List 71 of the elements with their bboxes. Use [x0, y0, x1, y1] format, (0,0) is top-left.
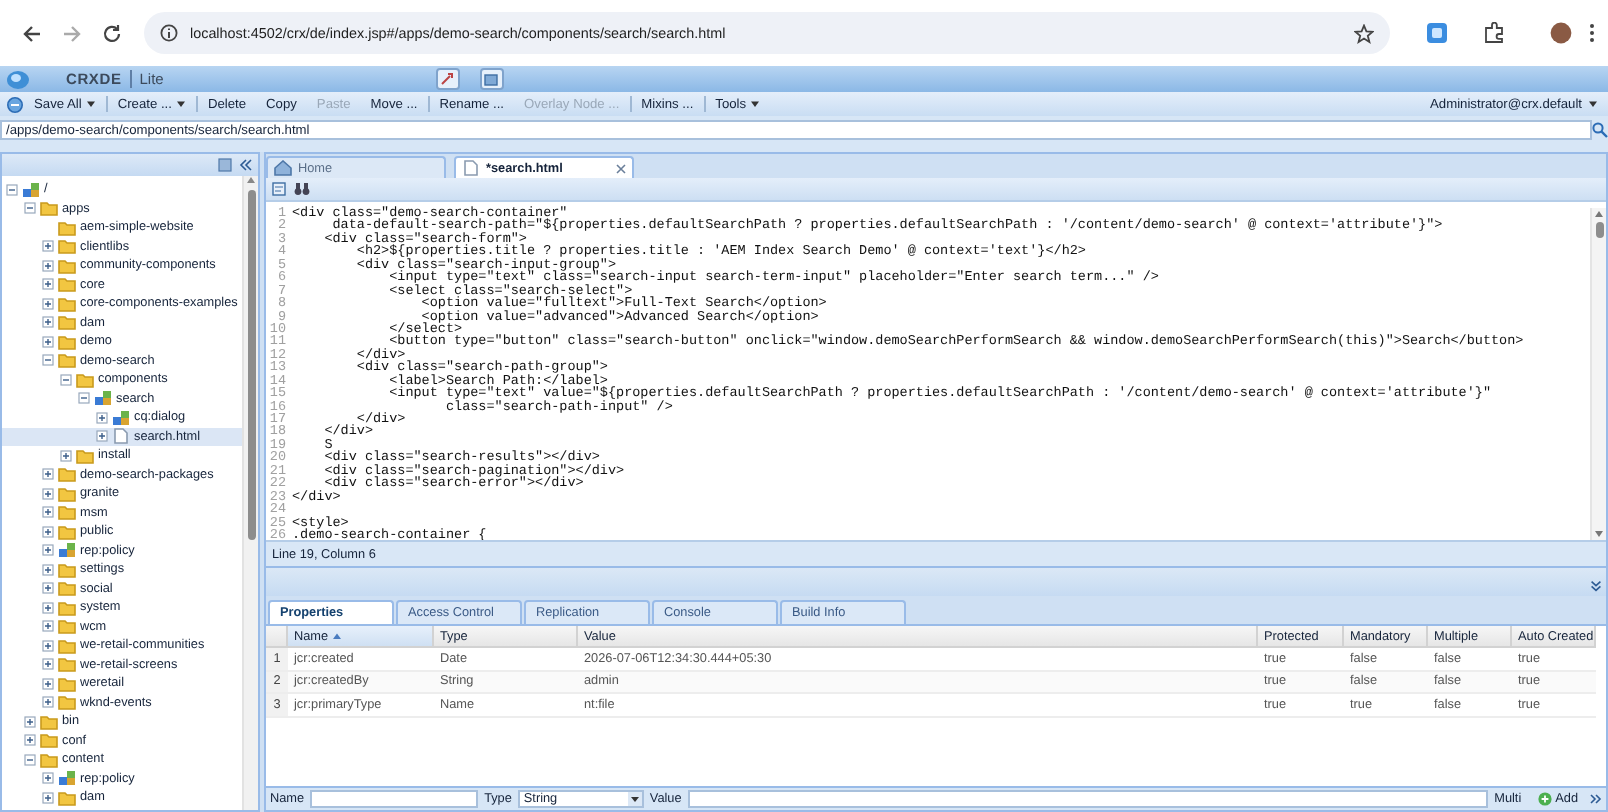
node-icon	[94, 390, 112, 407]
expand-icon[interactable]	[42, 639, 54, 652]
format-icon[interactable]	[272, 182, 286, 196]
expand-icon[interactable]	[42, 696, 54, 709]
caret-icon	[1588, 100, 1598, 108]
node-icon	[58, 770, 76, 787]
expand-icon[interactable]	[42, 658, 54, 671]
search-icon[interactable]	[1592, 122, 1608, 138]
expand-icon[interactable]	[42, 506, 54, 519]
logo-icon	[6, 68, 30, 90]
wrench-icon	[440, 72, 455, 86]
expand-icon[interactable]	[42, 297, 54, 310]
collapse-icon[interactable]	[6, 183, 18, 196]
collapse-icon[interactable]	[24, 202, 36, 215]
document-icon	[112, 428, 130, 445]
expand-icon[interactable]	[42, 468, 54, 481]
sort-icon	[332, 632, 343, 640]
node-icon	[22, 181, 40, 198]
folder-icon	[58, 789, 76, 806]
avatar-icon[interactable]	[1550, 22, 1572, 44]
expand-icon[interactable]	[42, 772, 54, 785]
expand-icon[interactable]	[42, 278, 54, 291]
more-icon[interactable]	[1588, 22, 1596, 44]
expand-icon[interactable]	[42, 487, 54, 500]
collapse-icon[interactable]	[238, 158, 252, 172]
back-icon[interactable]	[22, 23, 42, 43]
close-icon[interactable]	[616, 163, 626, 173]
expand-icon[interactable]	[96, 430, 108, 443]
expand-icon[interactable]	[42, 544, 54, 557]
expand-icon[interactable]	[24, 734, 36, 747]
help-button[interactable]	[479, 68, 504, 90]
collapse-icon[interactable]	[24, 753, 36, 766]
collapse-icon[interactable]	[1590, 580, 1602, 592]
expand-icon[interactable]	[42, 601, 54, 614]
expand-icon[interactable]	[42, 259, 54, 272]
info-icon	[160, 24, 178, 42]
collapse-icon[interactable]	[78, 392, 90, 405]
collapse-icon[interactable]	[42, 354, 54, 367]
expand-icon[interactable]	[60, 449, 72, 462]
expand-icon[interactable]	[24, 715, 36, 728]
window-icon	[484, 73, 499, 85]
node-icon	[58, 542, 76, 559]
node-icon	[112, 409, 130, 426]
caret-icon	[85, 100, 96, 108]
extension-icon[interactable]	[1426, 22, 1448, 44]
add-icon	[1537, 792, 1552, 806]
expand-icon[interactable]	[42, 677, 54, 690]
scroll-up-icon	[1594, 210, 1604, 218]
puzzle-icon[interactable]	[1484, 22, 1506, 44]
scrollbar[interactable]	[1590, 208, 1606, 540]
reload-icon[interactable]	[102, 23, 122, 43]
collapse-icon[interactable]	[60, 373, 72, 386]
table-corner	[266, 626, 288, 648]
expand-icon[interactable]	[42, 335, 54, 348]
star-icon[interactable]	[1354, 23, 1374, 43]
expand-icon[interactable]	[42, 240, 54, 253]
caret-icon	[175, 100, 186, 108]
expand-icon[interactable]	[96, 411, 108, 424]
caret-icon	[750, 100, 761, 108]
name-field[interactable]	[310, 790, 479, 808]
expand-icon[interactable]	[42, 620, 54, 633]
scrollbar[interactable]	[242, 176, 258, 810]
debug-button[interactable]	[435, 68, 460, 90]
expand-icon[interactable]	[42, 582, 54, 595]
value-field[interactable]	[687, 790, 1489, 808]
binoculars-icon[interactable]	[294, 182, 310, 196]
expand-icon[interactable]	[42, 791, 54, 804]
expand-icon[interactable]	[1590, 794, 1602, 804]
expand-icon[interactable]	[42, 525, 54, 538]
expand-icon[interactable]	[42, 563, 54, 576]
expand-icon[interactable]	[42, 316, 54, 329]
